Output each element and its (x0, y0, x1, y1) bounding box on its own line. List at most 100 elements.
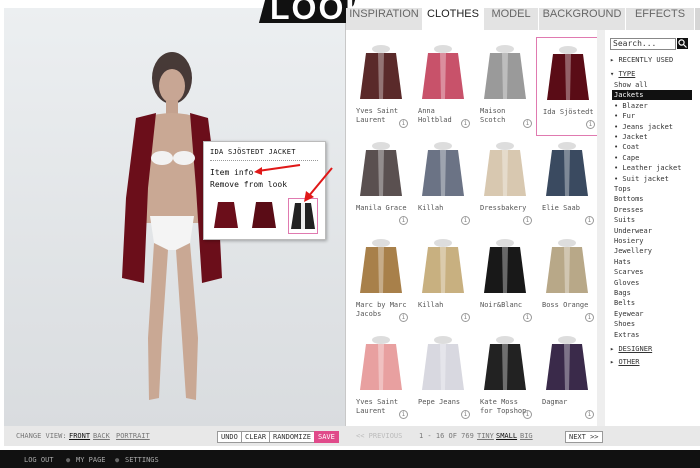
type-item[interactable]: Extras (614, 330, 639, 340)
type-item[interactable]: Underwear (614, 226, 652, 236)
randomize-button[interactable]: RANDOMIZE (269, 431, 315, 443)
info-icon[interactable]: i (461, 313, 470, 322)
type-item[interactable]: • Cape (614, 153, 639, 163)
type-item[interactable]: Hosiery (614, 236, 644, 246)
info-icon[interactable]: i (523, 410, 532, 419)
info-icon[interactable]: i (399, 119, 408, 128)
type-item[interactable]: • Blazer (614, 101, 648, 111)
type-item[interactable]: Suits (614, 215, 635, 225)
info-icon[interactable]: i (399, 216, 408, 225)
designer-label: DESIGNER (618, 345, 653, 353)
info-icon[interactable]: i (399, 410, 408, 419)
view-front-link[interactable]: FRONT (69, 432, 90, 440)
jacket-thumbnail (360, 45, 402, 99)
type-label: TYPE (618, 70, 636, 78)
previous-link[interactable]: << PREVIOUS (356, 432, 402, 440)
view-back-link[interactable]: BACK (93, 432, 110, 440)
info-icon[interactable]: i (523, 119, 532, 128)
clothing-item[interactable]: Elie Saab i (536, 134, 598, 231)
recently-used-link[interactable]: ▸ RECENTLY USED (610, 55, 673, 65)
view-portrait-link[interactable]: PORTRAIT (116, 432, 150, 440)
clothing-item[interactable]: Yves Saint Laurent i (350, 328, 412, 425)
item-info-link[interactable]: Item info (210, 168, 253, 177)
search-icon[interactable] (677, 38, 688, 49)
popup-thumb-1[interactable] (212, 198, 240, 232)
info-icon[interactable]: i (461, 119, 470, 128)
type-item[interactable]: • Jeans jacket (614, 122, 673, 132)
arrow-icon (254, 164, 301, 175)
clothing-item[interactable]: Yves Saint Laurent i (350, 37, 412, 134)
type-item[interactable]: Gloves (614, 278, 639, 288)
logout-link[interactable]: LOG OUT (24, 456, 54, 464)
info-icon[interactable]: i (585, 313, 594, 322)
tab-background[interactable]: BACKGROUND (539, 8, 626, 30)
recently-used-label: RECENTLY USED (618, 56, 674, 64)
type-item[interactable]: Belts (614, 298, 635, 308)
clothing-item[interactable]: Killah i (412, 231, 474, 328)
type-item[interactable]: Dresses (614, 205, 644, 215)
size-small-link[interactable]: SMALL (496, 432, 517, 440)
search-input[interactable]: Search... (610, 38, 676, 50)
clothing-item[interactable]: Pepe Jeans i (412, 328, 474, 425)
type-item[interactable]: • Coat (614, 142, 639, 152)
info-icon[interactable]: i (585, 410, 594, 419)
grid-scrollbar[interactable] (597, 30, 605, 426)
info-icon[interactable]: i (585, 216, 594, 225)
clothing-item[interactable]: Noir&Blanc i (474, 231, 536, 328)
tab-effects[interactable]: EFFECTS (626, 8, 695, 30)
type-item[interactable]: Jewellery (614, 246, 652, 256)
clothing-item[interactable]: Kate Moss for Topshop i (474, 328, 536, 425)
jacket-thumbnail (360, 239, 402, 293)
info-icon[interactable]: i (461, 216, 470, 225)
designer-toggle[interactable]: ▸ DESIGNER (610, 344, 652, 354)
clothing-item[interactable]: Marc by Marc Jacobs i (350, 231, 412, 328)
clothing-item[interactable]: Manila Grace i (350, 134, 412, 231)
info-icon[interactable]: i (399, 313, 408, 322)
popup-thumb-2[interactable] (250, 198, 278, 232)
jacket-thumbnail (546, 336, 588, 390)
settings-link[interactable]: SETTINGS (125, 456, 159, 464)
type-item[interactable]: Eyewear (614, 309, 644, 319)
remove-from-look-link[interactable]: Remove from look (210, 180, 287, 189)
size-tiny-link[interactable]: TINY (477, 432, 494, 440)
clothing-item[interactable]: Boss Orange i (536, 231, 598, 328)
type-item[interactable]: • Fur (614, 111, 635, 121)
type-item[interactable]: • Jacket (614, 132, 648, 142)
type-item[interactable]: Shoes (614, 319, 635, 329)
clothing-item[interactable]: Dressbakery i (474, 134, 536, 231)
clear-button[interactable]: CLEAR (241, 431, 271, 443)
undo-button[interactable]: UNDO (217, 431, 242, 443)
jacket-thumbnail (547, 46, 589, 100)
jacket-thumbnail (422, 239, 464, 293)
clothing-item[interactable]: Maison Scotch i (474, 37, 536, 134)
type-item[interactable]: Bottoms (614, 194, 644, 204)
size-big-link[interactable]: BIG (520, 432, 533, 440)
type-item[interactable]: Bags (614, 288, 631, 298)
type-item[interactable]: Show all (614, 80, 648, 90)
tab-inspiration[interactable]: INSPIRATION (346, 8, 423, 30)
clothing-item[interactable]: Dagmar i (536, 328, 598, 425)
clothing-item[interactable]: Killah i (412, 134, 474, 231)
type-item[interactable]: Jackets (612, 90, 692, 101)
info-icon[interactable]: i (523, 216, 532, 225)
clothing-item[interactable]: Ida Sjöstedt i (536, 37, 600, 136)
type-item[interactable]: • Suit jacket (614, 174, 669, 184)
next-button[interactable]: NEXT >> (565, 431, 603, 443)
pagination-label: 1 - 16 OF 769 (419, 432, 474, 440)
mypage-link[interactable]: MY PAGE (76, 456, 106, 464)
info-icon[interactable]: i (523, 313, 532, 322)
type-item[interactable]: Hats (614, 257, 631, 267)
clothing-item[interactable]: Anna Holtblad i (412, 37, 474, 134)
type-item[interactable]: • Leather jacket (614, 163, 681, 173)
jacket-thumbnail (484, 142, 526, 196)
type-item[interactable]: Scarves (614, 267, 644, 277)
info-icon[interactable]: i (586, 120, 595, 129)
type-item[interactable]: Tops (614, 184, 631, 194)
other-toggle[interactable]: ▸ OTHER (610, 357, 640, 367)
info-icon[interactable]: i (461, 410, 470, 419)
item-designer: Noir&Blanc (480, 301, 523, 309)
type-toggle[interactable]: ▾ TYPE (610, 69, 635, 79)
tab-model[interactable]: MODEL (484, 8, 539, 30)
tab-clothes[interactable]: CLOTHES (423, 8, 484, 30)
save-button[interactable]: SAVE (314, 431, 339, 443)
